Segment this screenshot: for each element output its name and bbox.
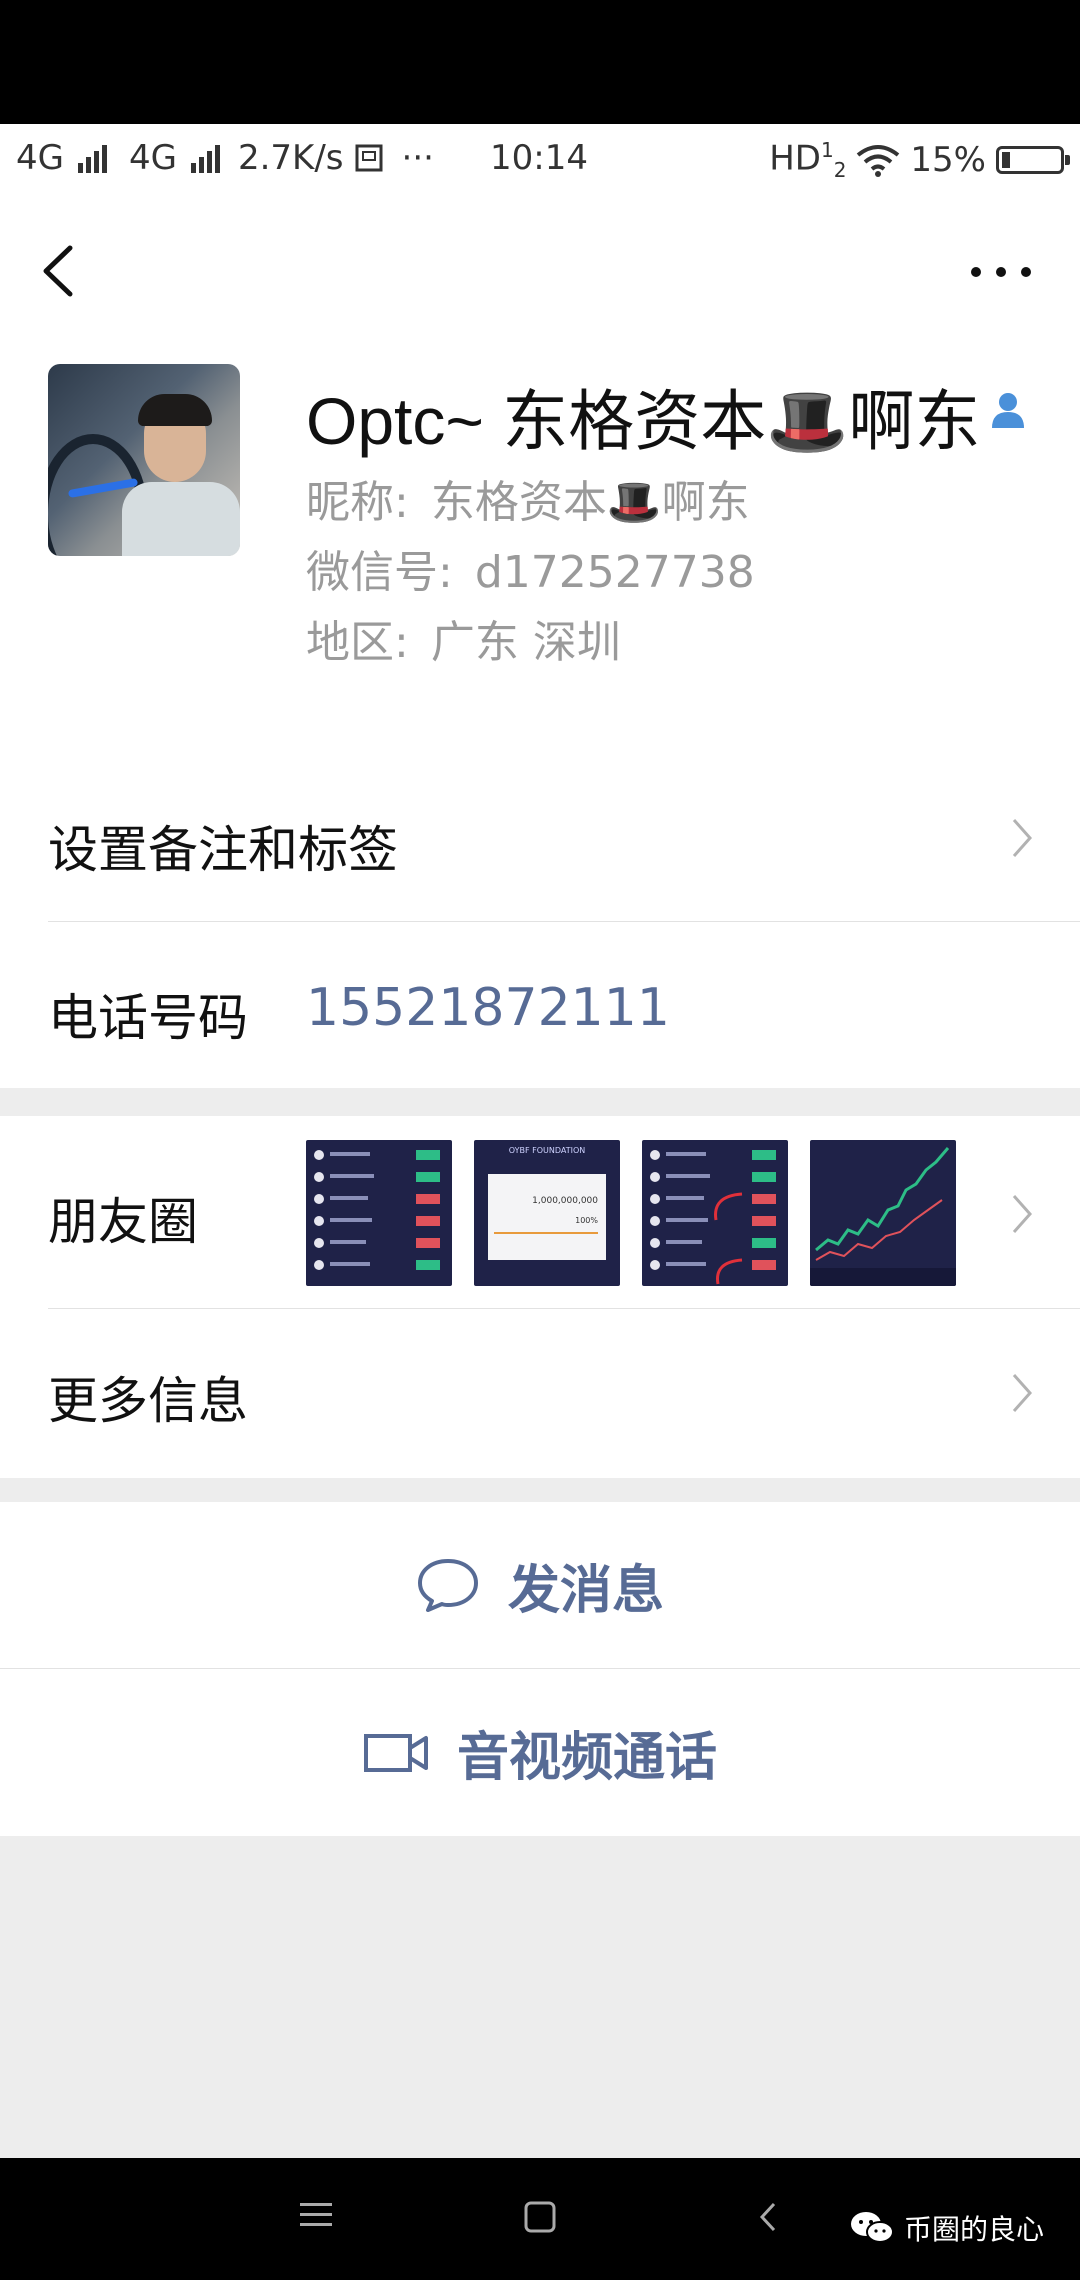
nickname-value: 东格资本🎩啊东 — [430, 477, 750, 528]
back-icon[interactable] — [28, 236, 88, 306]
chat-bubble-icon — [417, 1559, 478, 1612]
contact-person-icon — [992, 393, 1024, 428]
wechat-id-value: d172527738 — [474, 547, 755, 598]
notification-icon — [355, 144, 383, 172]
signal-icon — [190, 143, 220, 173]
send-message-label: 发消息 — [507, 1560, 664, 1621]
video-call-button[interactable]: 音视频通话 — [0, 1669, 1080, 1836]
info-section: 设置备注和标签 电话号码 15521872111 — [0, 756, 1080, 1088]
status-time: 10:14 — [490, 138, 588, 178]
moments-thumbnail-4 — [810, 1140, 956, 1286]
network-label-1: 4G — [16, 138, 64, 178]
send-message-button[interactable]: 发消息 — [0, 1502, 1080, 1668]
network-label-2: 4G — [128, 138, 177, 178]
moments-thumbnail-2: OYBF FOUNDATION 1,000,000,000 100% — [474, 1140, 620, 1286]
region-line: 地区: 广东 深圳 — [306, 617, 621, 668]
watermark-text: 币圈的良心 — [903, 2213, 1044, 2246]
set-remark-label: 设置备注和标签 — [48, 821, 398, 879]
phone-label: 电话号码 — [48, 989, 248, 1047]
set-remark-row[interactable]: 设置备注和标签 — [0, 756, 1080, 921]
phone-number[interactable]: 15521872111 — [306, 978, 670, 1038]
nickname-line: 昵称: 东格资本🎩啊东 — [306, 477, 750, 528]
status-more-icon: ··· — [401, 138, 434, 178]
status-left: 4G 4G 2.7K/s ··· — [16, 138, 434, 178]
top-black-bar — [0, 0, 1080, 124]
region-value: 广东 深圳 — [430, 617, 621, 668]
actions-section: 发消息 音视频通话 — [0, 1502, 1080, 1836]
video-call-label: 音视频通话 — [456, 1728, 717, 1788]
thumb-foundation-value: 1,000,000,000 — [532, 1196, 598, 1206]
status-right: HD12 15% — [769, 138, 1070, 183]
thumb-foundation-title: OYBF FOUNDATION — [508, 1146, 586, 1155]
more-info-row[interactable]: 更多信息 — [0, 1309, 1080, 1478]
navigation-bar — [0, 196, 1080, 344]
profile-name: Optc~ 东格资本🎩啊东 — [306, 384, 981, 458]
avatar[interactable] — [48, 364, 240, 556]
network-speed: 2.7K/s — [237, 138, 344, 178]
video-camera-icon — [363, 1733, 428, 1772]
moments-label: 朋友圈 — [48, 1193, 198, 1251]
chevron-right-icon — [1012, 819, 1033, 857]
moments-row[interactable]: 朋友圈 OYBF FOUNDATION 1,000,000,000 100% — [0, 1116, 1080, 1308]
thumb-foundation-percent: 100% — [575, 1216, 598, 1225]
menu-icon[interactable] — [300, 2200, 332, 2230]
chevron-right-icon — [1012, 1374, 1033, 1412]
phone-row[interactable]: 电话号码 15521872111 — [0, 922, 1080, 1088]
wifi-icon — [857, 145, 900, 178]
moments-thumbnail-1 — [306, 1140, 452, 1286]
profile-card: Optc~ 东格资本🎩啊东 昵称: 东格资本🎩啊东 微信号: d172527738 … — [0, 344, 1080, 757]
chevron-right-icon — [1012, 1195, 1033, 1233]
home-icon[interactable] — [523, 2200, 557, 2234]
wechat-logo-icon — [850, 2212, 894, 2243]
watermark: 币圈的良心 — [850, 2208, 1044, 2248]
more-info-label: 更多信息 — [48, 1372, 248, 1430]
hd-indicator: HD12 — [769, 138, 847, 183]
more-options-icon[interactable] — [966, 252, 1036, 292]
back-nav-icon[interactable] — [756, 2200, 780, 2234]
moments-thumbnail-3 — [642, 1140, 788, 1286]
moments-section: 朋友圈 OYBF FOUNDATION 1,000,000,000 100% 更… — [0, 1116, 1080, 1478]
battery-percent: 15% — [910, 140, 986, 181]
wechat-id-line: 微信号: d172527738 — [306, 547, 755, 598]
battery-icon — [996, 146, 1070, 175]
signal-icon — [77, 143, 107, 173]
system-navigation-bar: 币圈的良心 — [0, 2158, 1080, 2280]
status-bar: 4G 4G 2.7K/s ··· 10:14 HD12 15% — [0, 124, 1080, 196]
